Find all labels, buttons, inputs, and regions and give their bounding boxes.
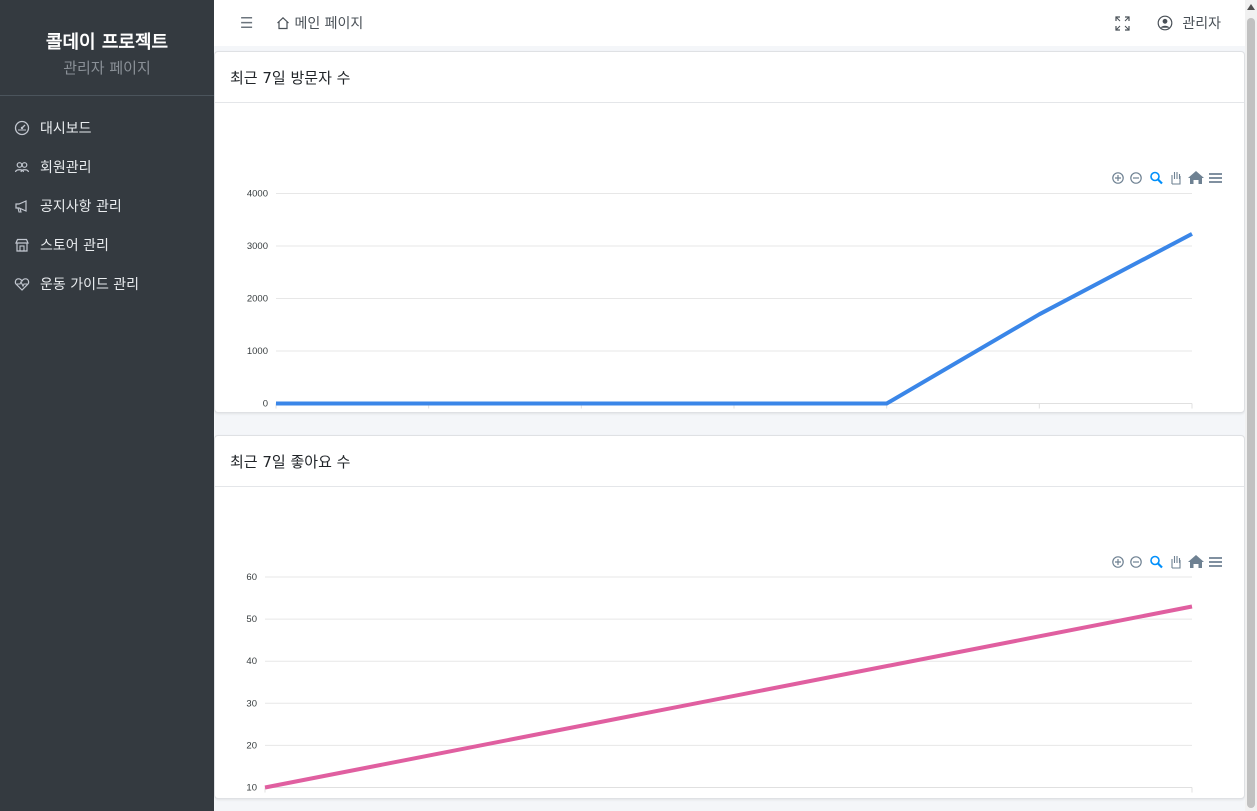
top-navbar: ☰ 메인 페이지 관리자 (214, 0, 1245, 46)
hand-shape (1171, 172, 1181, 185)
dashboard-icon (13, 119, 30, 136)
sidebar-item-store[interactable]: 스토어 관리 (0, 225, 214, 264)
magnifier-lens (1150, 555, 1160, 566)
user-circle-icon (1157, 15, 1173, 31)
y-tick-label: 1000 (247, 346, 268, 357)
zoom-in-plus (1115, 175, 1121, 181)
series-line (264, 604, 1193, 790)
pan-hand-icon[interactable] (1171, 556, 1181, 569)
menu-lines (1209, 173, 1222, 183)
y-tick-label: 0 (263, 399, 268, 410)
home-link[interactable]: 메인 페이지 (276, 13, 363, 33)
card-title: 최근 7일 방문자 수 (215, 52, 1244, 103)
pan-hand-icon[interactable] (1171, 172, 1181, 185)
sidebar-item-label: 운동 가이드 관리 (40, 276, 140, 293)
zoom-out-icon[interactable] (1130, 172, 1142, 184)
zoom-in-plus (1115, 559, 1121, 565)
y-tick-label: 4000 (247, 189, 268, 200)
visitors-card: 최근 7일 방문자 수 010002000300040002025-09-242… (214, 51, 1245, 413)
sidebar-item-members[interactable]: 회원관리 (0, 147, 214, 186)
fullscreen-icon[interactable] (1115, 15, 1130, 31)
reset-home-icon[interactable] (1188, 171, 1204, 184)
users-icon (13, 158, 30, 175)
magnifier-handle (1157, 562, 1163, 569)
sidebar-item-notices[interactable]: 공지사항 관리 (0, 186, 214, 225)
zoom-out-icon[interactable] (1130, 556, 1142, 568)
menu-lines (1209, 557, 1222, 567)
zoom-in-icon[interactable] (1112, 172, 1124, 184)
y-tick-label: 10 (246, 783, 257, 794)
brand-title[interactable]: 콜데이 프로젝트 (0, 33, 214, 53)
magnifier-handle (1157, 178, 1163, 185)
card-title: 최근 7일 좋아요 수 (215, 436, 1244, 487)
chart-menu-icon[interactable] (1209, 173, 1222, 183)
home-shape (1188, 555, 1204, 568)
sidebar-item-label: 회원관리 (40, 159, 92, 176)
store-icon (13, 236, 30, 253)
user-menu[interactable]: 관리자 (1157, 13, 1221, 33)
selection-zoom-icon[interactable] (1150, 171, 1163, 185)
chart-toolbar (1112, 171, 1222, 185)
y-tick-label: 20 (246, 740, 257, 751)
brand-subtitle: 관리자 페이지 (63, 59, 151, 77)
sidebar-nav: 대시보드 회원관리 공지사항 관리 스토어 관리 운동 가이드 관리 (0, 108, 214, 303)
visitors-chart: 010002000300040002025-09-242025-09-25202… (247, 171, 1222, 410)
home-shape (1188, 171, 1204, 184)
hand-shape (1171, 556, 1181, 569)
heart-pulse-icon (13, 275, 30, 292)
scroll-up-arrow[interactable] (1247, 4, 1255, 10)
home-icon (277, 16, 290, 30)
topbar-right: 관리자 (1115, 13, 1221, 33)
home-link-label: 메인 페이지 (294, 16, 364, 32)
chart-toolbar (1112, 555, 1222, 569)
sidebar-item-label: 공지사항 관리 (40, 198, 122, 215)
likes-card: 최근 7일 좋아요 수 1020304050602025-09-292025-0… (214, 435, 1245, 799)
chart-menu-icon[interactable] (1209, 557, 1222, 567)
sidebar-item-dashboard[interactable]: 대시보드 (0, 108, 214, 147)
selection-zoom-icon[interactable] (1150, 555, 1163, 569)
likes-chart: 1020304050602025-09-292025-09-30 (246, 555, 1222, 794)
sidebar-item-label: 스토어 관리 (40, 237, 109, 254)
brand: 콜데이 프로젝트 관리자 페이지 (0, 0, 214, 96)
sidebar-item-exercise-guide[interactable]: 운동 가이드 관리 (0, 264, 214, 303)
y-tick-label: 2000 (247, 294, 268, 305)
reset-home-icon[interactable] (1188, 555, 1204, 568)
y-tick-label: 40 (246, 656, 257, 667)
megaphone-icon (13, 197, 30, 214)
zoom-in-icon[interactable] (1112, 556, 1124, 568)
y-tick-label: 30 (246, 698, 257, 709)
sidebar-item-label: 대시보드 (40, 120, 92, 137)
magnifier-lens (1150, 171, 1160, 182)
y-tick-label: 3000 (247, 241, 268, 252)
scroll-thumb[interactable] (1247, 18, 1255, 808)
y-tick-label: 60 (246, 572, 257, 583)
scrollbar[interactable] (1245, 0, 1257, 811)
user-name: 관리자 (1182, 16, 1221, 32)
y-tick-label: 50 (246, 614, 257, 625)
series-line (276, 232, 1193, 406)
sidebar: 콜데이 프로젝트 관리자 페이지 대시보드 회원관리 공지사항 관리 스토어 관… (0, 0, 214, 811)
hamburger-icon[interactable]: ☰ (240, 14, 253, 32)
